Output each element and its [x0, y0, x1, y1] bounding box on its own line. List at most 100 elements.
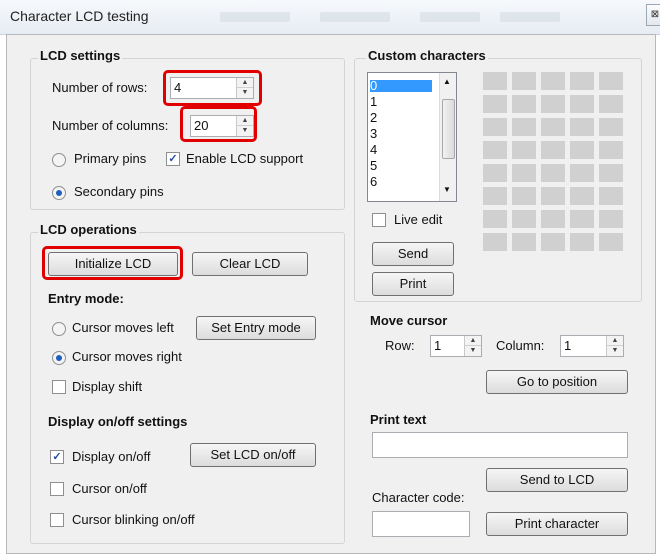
display-shift-checkbox[interactable]: [52, 380, 66, 394]
custom-characters-title: Custom characters: [366, 48, 488, 63]
cursor-right-radio[interactable]: [52, 351, 66, 365]
pixel-cell[interactable]: [483, 72, 507, 90]
list-item[interactable]: 6: [370, 175, 432, 188]
print-character-button[interactable]: Print character: [486, 512, 628, 536]
display-onoff-label: Display on/off: [72, 449, 151, 464]
enable-lcd-checkbox[interactable]: ✓: [166, 152, 180, 166]
send-to-lcd-button[interactable]: Send to LCD: [486, 468, 628, 492]
pixel-cell[interactable]: [483, 95, 507, 113]
pixel-cell[interactable]: [570, 187, 594, 205]
go-to-position-button[interactable]: Go to position: [486, 370, 628, 394]
pixel-cell[interactable]: [570, 95, 594, 113]
pixel-cell[interactable]: [483, 141, 507, 159]
pixel-cell[interactable]: [512, 187, 536, 205]
pixel-cell[interactable]: [483, 164, 507, 182]
pixel-cell[interactable]: [512, 141, 536, 159]
display-shift-label: Display shift: [72, 379, 143, 394]
cursor-left-radio[interactable]: [52, 322, 66, 336]
print-text-input[interactable]: [372, 432, 628, 458]
pixel-cell[interactable]: [483, 187, 507, 205]
cursor-right-label: Cursor moves right: [72, 349, 182, 364]
pixel-cell[interactable]: [512, 72, 536, 90]
clear-lcd-button[interactable]: Clear LCD: [192, 252, 308, 276]
close-icon[interactable]: ⊠: [646, 4, 660, 26]
pixel-cell[interactable]: [541, 210, 565, 228]
cursor-onoff-label: Cursor on/off: [72, 481, 147, 496]
row-value: 1: [434, 338, 442, 353]
pixel-cell[interactable]: [599, 95, 623, 113]
row-label: Row:: [385, 338, 415, 353]
pixel-cell[interactable]: [483, 210, 507, 228]
pixel-cell[interactable]: [541, 141, 565, 159]
column-label: Column:: [496, 338, 545, 353]
lcd-operations-title: LCD operations: [38, 222, 139, 237]
background-tab-placeholder: [220, 12, 290, 22]
display-onoff-checkbox[interactable]: ✓: [50, 450, 64, 464]
spin-up-icon[interactable]: ▲: [607, 336, 623, 345]
list-item[interactable]: 4: [370, 143, 432, 156]
pixel-cell[interactable]: [599, 72, 623, 90]
set-entry-mode-button[interactable]: Set Entry mode: [196, 316, 316, 340]
pixel-cell[interactable]: [570, 233, 594, 251]
send-button[interactable]: Send: [372, 242, 454, 266]
list-scrollbar[interactable]: ▲ ▼: [439, 73, 456, 201]
character-code-input[interactable]: [372, 511, 470, 537]
list-item[interactable]: 2: [370, 111, 432, 124]
list-item[interactable]: 0: [370, 79, 432, 92]
pixel-cell[interactable]: [541, 72, 565, 90]
pixel-cell[interactable]: [570, 164, 594, 182]
custom-char-list[interactable]: 0 1 2 3 4 5 6 ▲ ▼: [367, 72, 457, 202]
print-button[interactable]: Print: [372, 272, 454, 296]
pixel-cell[interactable]: [541, 233, 565, 251]
live-edit-checkbox[interactable]: [372, 213, 386, 227]
pixel-cell[interactable]: [483, 118, 507, 136]
scroll-up-icon[interactable]: ▲: [443, 77, 451, 86]
cursor-blinking-checkbox[interactable]: [50, 513, 64, 527]
pixel-cell[interactable]: [599, 164, 623, 182]
pixel-cell[interactable]: [541, 118, 565, 136]
highlight-rows: [163, 70, 262, 106]
pixel-cell[interactable]: [570, 118, 594, 136]
list-item[interactable]: 5: [370, 159, 432, 172]
cursor-onoff-checkbox[interactable]: [50, 482, 64, 496]
lcd-settings-title: LCD settings: [38, 48, 123, 63]
pixel-cell[interactable]: [570, 210, 594, 228]
spin-down-icon[interactable]: ▼: [607, 345, 623, 355]
columns-label: Number of columns:: [52, 118, 169, 133]
list-item[interactable]: 3: [370, 127, 432, 140]
pixel-cell[interactable]: [541, 187, 565, 205]
character-code-label: Character code:: [372, 490, 465, 505]
window-title: Character LCD testing: [10, 8, 149, 24]
row-spinner[interactable]: 1 ▲ ▼: [430, 335, 482, 357]
pixel-cell[interactable]: [483, 233, 507, 251]
spin-up-icon[interactable]: ▲: [465, 336, 481, 345]
highlight-columns: [180, 106, 257, 142]
column-spinner-arrows[interactable]: ▲ ▼: [606, 336, 623, 356]
pixel-cell[interactable]: [570, 72, 594, 90]
row-spinner-arrows[interactable]: ▲ ▼: [464, 336, 481, 356]
pixel-cell[interactable]: [570, 141, 594, 159]
pixel-cell[interactable]: [599, 118, 623, 136]
move-cursor-title: Move cursor: [370, 313, 448, 328]
pixel-cell[interactable]: [599, 233, 623, 251]
pixel-cell[interactable]: [599, 141, 623, 159]
secondary-pins-radio[interactable]: [52, 186, 66, 200]
scroll-thumb[interactable]: [442, 99, 455, 159]
pixel-cell[interactable]: [512, 233, 536, 251]
pixel-cell[interactable]: [599, 187, 623, 205]
character-pixel-grid[interactable]: [483, 72, 627, 258]
pixel-cell[interactable]: [512, 118, 536, 136]
spin-down-icon[interactable]: ▼: [465, 345, 481, 355]
pixel-cell[interactable]: [512, 210, 536, 228]
set-lcd-onoff-button[interactable]: Set LCD on/off: [190, 443, 316, 467]
column-spinner[interactable]: 1 ▲ ▼: [560, 335, 624, 357]
list-item[interactable]: 1: [370, 95, 432, 108]
pixel-cell[interactable]: [541, 164, 565, 182]
primary-pins-radio[interactable]: [52, 153, 66, 167]
entry-mode-title: Entry mode:: [48, 291, 124, 306]
scroll-down-icon[interactable]: ▼: [443, 185, 451, 194]
pixel-cell[interactable]: [599, 210, 623, 228]
pixel-cell[interactable]: [512, 95, 536, 113]
pixel-cell[interactable]: [541, 95, 565, 113]
pixel-cell[interactable]: [512, 164, 536, 182]
